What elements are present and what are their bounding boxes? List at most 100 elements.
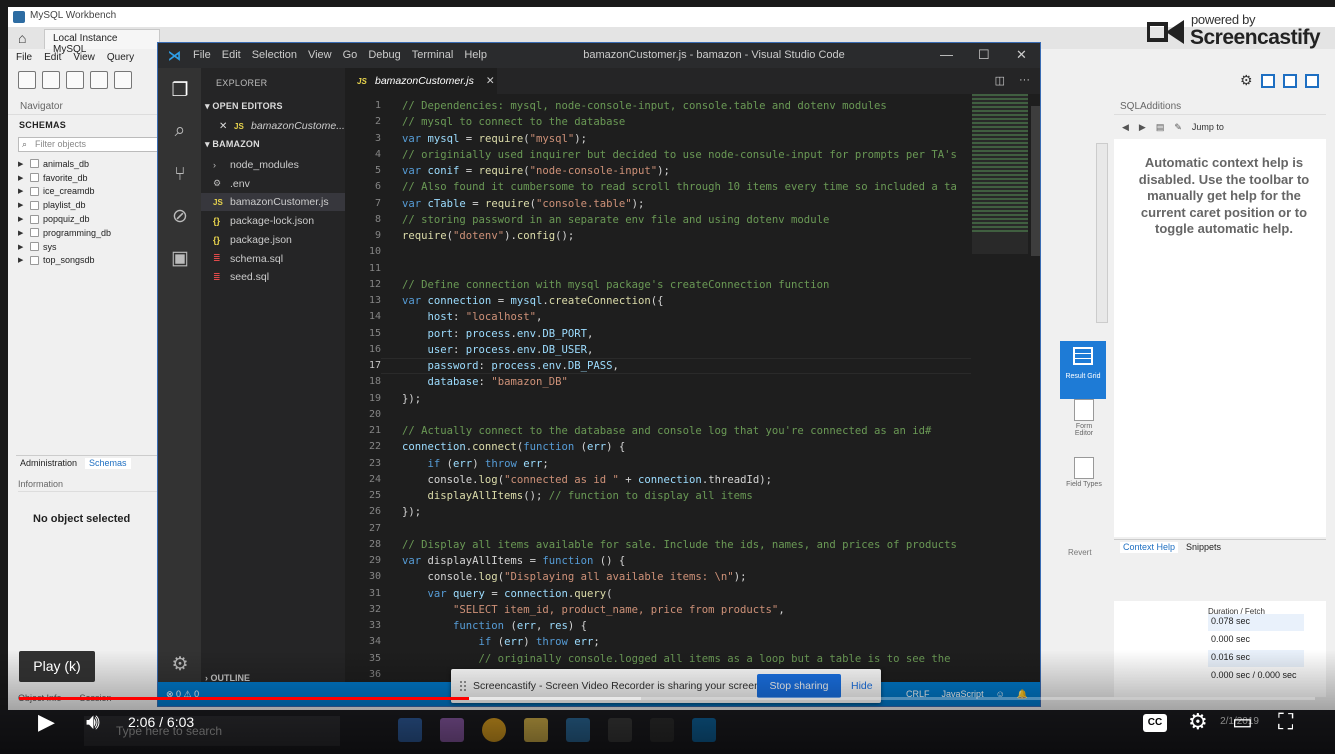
- taskbar-search[interactable]: Type here to search: [84, 716, 340, 746]
- result-grid-button[interactable]: Result Grid: [1060, 341, 1106, 399]
- code-line[interactable]: "SELECT item_id, product_name, price fro…: [402, 602, 972, 618]
- vscode-taskbar-icon[interactable]: [692, 718, 716, 742]
- code-line[interactable]: });: [402, 391, 972, 407]
- schema-item[interactable]: ▶ programming_db: [18, 226, 158, 240]
- progress-bar[interactable]: [19, 697, 1315, 700]
- close-icon[interactable]: ✕: [1016, 47, 1027, 63]
- code-line[interactable]: console.log("Displaying all available it…: [402, 569, 972, 585]
- tab-context-help[interactable]: Context Help: [1120, 542, 1179, 553]
- scrollbar[interactable]: [1096, 143, 1108, 323]
- toggle-sidebar-icon[interactable]: [1260, 73, 1275, 88]
- code-line[interactable]: require("dotenv").config();: [402, 228, 972, 244]
- wb-menu-query[interactable]: Query: [107, 52, 134, 64]
- code-line[interactable]: // Also found it cumbersome to read scro…: [402, 179, 972, 195]
- tab-bamazoncustomer[interactable]: JS bamazonCustomer.js ✕: [345, 68, 497, 94]
- play-icon[interactable]: ▶: [38, 709, 55, 735]
- wb-menu-view[interactable]: View: [73, 52, 95, 64]
- code-line[interactable]: var conif = require("node-console-input"…: [402, 163, 972, 179]
- auto-help-icon[interactable]: ✎: [1174, 122, 1182, 133]
- close-icon[interactable]: ✕: [219, 121, 229, 132]
- code-line[interactable]: var mysql = require("mysql");: [402, 131, 972, 147]
- editor-scrollbar[interactable]: [1031, 106, 1040, 256]
- code-line[interactable]: [402, 261, 972, 277]
- back-arrow-icon[interactable]: ◀: [1122, 122, 1129, 133]
- expand-arrow-icon[interactable]: ▶: [18, 215, 26, 223]
- file-item[interactable]: ⚙ .env: [201, 175, 345, 193]
- code-line[interactable]: port: process.env.DB_PORT,: [402, 326, 972, 342]
- open-editors-section[interactable]: ▾ OPEN EDITORS: [205, 101, 283, 112]
- workbench-taskbar-icon[interactable]: [566, 718, 590, 742]
- taskbar-app-icon[interactable]: [608, 718, 632, 742]
- taskbar-app-icon[interactable]: [398, 718, 422, 742]
- code-line[interactable]: console.log("connected as id " + connect…: [402, 472, 972, 488]
- tab-snippets[interactable]: Snippets: [1186, 542, 1221, 553]
- code-line[interactable]: // Actually connect to the database and …: [402, 423, 972, 439]
- file-item[interactable]: ≣ seed.sql: [201, 268, 345, 286]
- miniplayer-icon[interactable]: ▭: [1232, 709, 1253, 735]
- code-line[interactable]: // originally console.logged all items a…: [402, 651, 972, 667]
- expand-arrow-icon[interactable]: ▶: [18, 201, 26, 209]
- file-item[interactable]: › node_modules: [201, 156, 345, 174]
- gear-icon[interactable]: ⚙: [1240, 72, 1253, 89]
- create-table-icon[interactable]: [114, 71, 132, 89]
- code-line[interactable]: });: [402, 504, 972, 520]
- inspector-icon[interactable]: [66, 71, 84, 89]
- tab-schemas[interactable]: Schemas: [85, 458, 131, 469]
- wb-menu-edit[interactable]: Edit: [44, 52, 61, 64]
- tab-administration[interactable]: Administration: [20, 458, 77, 469]
- toggle-secondary-sidebar-icon[interactable]: [1304, 73, 1319, 88]
- minimize-icon[interactable]: —: [940, 47, 953, 62]
- home-icon[interactable]: ⌂: [18, 30, 26, 46]
- expand-arrow-icon[interactable]: ▶: [18, 243, 26, 251]
- schema-item[interactable]: ▶ animals_db: [18, 157, 158, 171]
- schema-item[interactable]: ▶ top_songsdb: [18, 254, 158, 268]
- volume-icon[interactable]: 🔊︎: [86, 709, 100, 735]
- code-line[interactable]: var connection = mysql.createConnection(…: [402, 293, 972, 309]
- expand-arrow-icon[interactable]: ▶: [18, 229, 26, 237]
- file-item[interactable]: {} package.json: [201, 231, 345, 249]
- taskbar-app-icon[interactable]: [440, 718, 464, 742]
- code-line[interactable]: var cTable = require("console.table");: [402, 196, 972, 212]
- search-icon[interactable]: ⌕: [169, 120, 191, 142]
- expand-arrow-icon[interactable]: ▶: [18, 160, 26, 168]
- gear-icon[interactable]: ⚙: [169, 654, 191, 676]
- settings-gear-icon[interactable]: ⚙: [1188, 709, 1208, 735]
- chrome-icon[interactable]: [482, 718, 506, 742]
- expand-arrow-icon[interactable]: ▶: [18, 187, 26, 195]
- code-line[interactable]: [402, 407, 972, 423]
- code-line[interactable]: // Display all items available for sale.…: [402, 537, 972, 553]
- code-line[interactable]: function (err, res) {: [402, 618, 972, 634]
- filter-objects-input[interactable]: ⌕ Filter objects: [18, 137, 158, 152]
- terminal-taskbar-icon[interactable]: [650, 718, 674, 742]
- jump-to-select[interactable]: Jump to: [1192, 122, 1224, 132]
- forward-arrow-icon[interactable]: ▶: [1139, 122, 1146, 133]
- schema-item[interactable]: ▶ ice_creamdb: [18, 185, 158, 199]
- manual-help-icon[interactable]: ▤: [1156, 122, 1165, 133]
- file-item[interactable]: {} package-lock.json: [201, 212, 345, 230]
- open-editor-item[interactable]: ✕ JS bamazonCustome...: [201, 117, 345, 135]
- schema-item[interactable]: ▶ sys: [18, 240, 158, 254]
- code-line[interactable]: // mysql to connect to the database: [402, 114, 972, 130]
- schema-item[interactable]: ▶ popquiz_db: [18, 212, 158, 226]
- split-editor-icon[interactable]: ◫: [995, 74, 1005, 87]
- expand-arrow-icon[interactable]: ▶: [18, 174, 26, 182]
- wb-menu-file[interactable]: File: [16, 52, 32, 64]
- code-line[interactable]: if (err) throw err;: [402, 634, 972, 650]
- code-line[interactable]: var query = connection.query(: [402, 586, 972, 602]
- field-types-button[interactable]: Field Types: [1066, 457, 1102, 507]
- code-line[interactable]: connection.connect(function (err) {: [402, 439, 972, 455]
- file-explorer-icon[interactable]: [524, 718, 548, 742]
- code-line[interactable]: var displayAllItems = function () {: [402, 553, 972, 569]
- captions-icon[interactable]: CC: [1143, 714, 1167, 732]
- minimap-slider[interactable]: [972, 94, 1028, 254]
- code-line[interactable]: // originially used inquirer but decided…: [402, 147, 972, 163]
- file-item[interactable]: ≣ schema.sql: [201, 250, 345, 268]
- revert-button[interactable]: Revert: [1068, 548, 1092, 557]
- schema-item[interactable]: ▶ playlist_db: [18, 198, 158, 212]
- fullscreen-icon[interactable]: ⛶: [1278, 709, 1293, 735]
- source-control-icon[interactable]: ⑂: [169, 164, 191, 186]
- hide-button[interactable]: Hide: [851, 680, 873, 692]
- code-line[interactable]: user: process.env.DB_USER,: [402, 342, 972, 358]
- expand-arrow-icon[interactable]: ▶: [18, 256, 26, 264]
- drag-handle-icon[interactable]: [460, 681, 466, 691]
